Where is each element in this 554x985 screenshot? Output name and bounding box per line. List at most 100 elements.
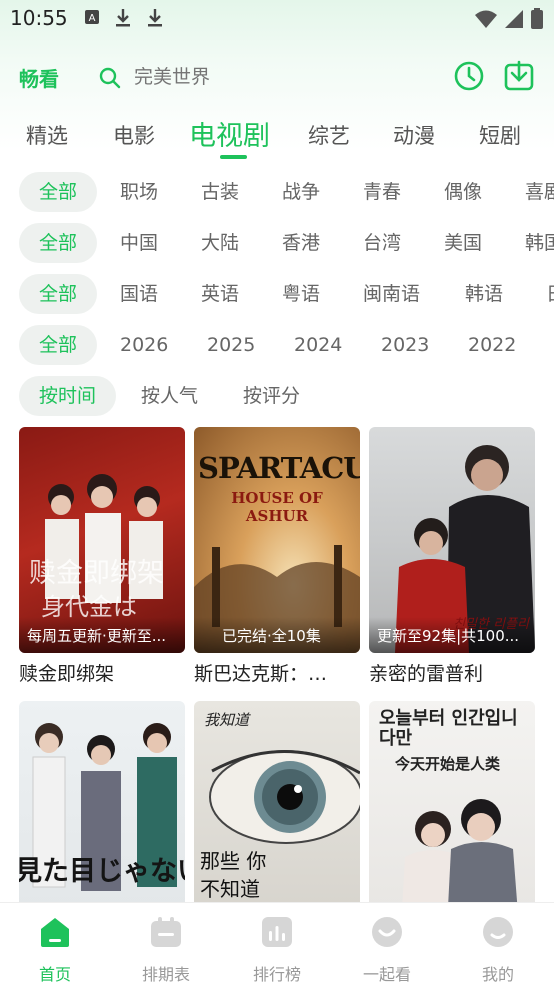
show-card[interactable]: 오늘부터 인간입니다만 今天开始是人类 (369, 701, 535, 933)
app-logo: 畅看 (19, 67, 59, 91)
filter-chip[interactable]: 台湾 (363, 223, 401, 263)
show-card[interactable]: SPARTACUS HOUSE OF ASHUR 已完结·全10集 斯巴达克斯：… (194, 427, 360, 686)
filter-chip[interactable]: 2024 (294, 325, 342, 365)
poster-subtitle-art: HOUSE OF ASHUR (231, 489, 323, 525)
nav-home[interactable]: 首页 (15, 915, 95, 985)
filter-chip-selected[interactable]: 全部 (19, 274, 98, 314)
history-icon[interactable] (453, 60, 485, 92)
show-title: 赎金即绑架 (19, 663, 115, 685)
show-poster[interactable]: 赎金即绑架 身代金は 每周五更新·更新至... (19, 427, 185, 653)
filter-chip[interactable]: 美国 (444, 223, 482, 263)
poster-title-art: 오늘부터 인간입니다만 (379, 708, 518, 749)
show-card[interactable]: 친밀한 리플리 更新至92集|共100... 亲密的雷普利 (369, 427, 535, 686)
home-icon (41, 918, 69, 947)
filter-chip-selected[interactable]: 全部 (19, 172, 98, 212)
nav-label: 排期表 (141, 965, 190, 984)
nav-label: 首页 (38, 965, 71, 984)
show-poster[interactable]: 見た目じゃないと思 (19, 701, 185, 927)
filter-chip[interactable]: 大陆 (201, 223, 239, 263)
nav-ranking[interactable]: 排行榜 (237, 915, 317, 985)
episode-badge: 已完结·全10集 (194, 617, 360, 653)
filter-chip[interactable]: 古装 (201, 172, 239, 212)
poster-art (32, 723, 177, 891)
filter-chip[interactable]: 青春 (363, 172, 401, 212)
search-bar[interactable] (84, 55, 439, 101)
nav-profile[interactable]: 我的 (458, 915, 538, 985)
filter-row-sort: 按时间 按人气 按评分 (0, 376, 554, 420)
profile-icon (483, 917, 513, 947)
status-left-icons: A (84, 8, 164, 28)
filter-chip[interactable]: 2022 (468, 325, 516, 365)
show-card[interactable]: 見た目じゃないと思 (19, 701, 185, 933)
nav-schedule[interactable]: 排期表 (126, 915, 206, 985)
screen: 10:55 A 畅看 完美世界 精选 电影 电视剧 综艺 动漫 短剧 全部 职场… (0, 0, 554, 985)
filter-row-language: 全部 国语 英语 粤语 闽南语 韩语 日语 (0, 274, 554, 318)
show-title: 斯巴达克斯：… (194, 663, 328, 685)
chart-icon (262, 917, 292, 947)
nav-label: 排行榜 (252, 965, 301, 984)
episode-badge: 更新至92集|共100... (369, 617, 535, 653)
episode-badge: 每周五更新·更新至... (19, 617, 185, 653)
show-poster[interactable]: 친밀한 리플리 更新至92集|共100... (369, 427, 535, 653)
poster-title-art: 那些 你不知道 (200, 849, 267, 901)
filter-row-year: 全部 2026 2025 2024 2023 2022 (0, 325, 554, 369)
tab-featured[interactable]: 精选 (26, 120, 68, 150)
show-title: 亲密的雷普利 (369, 663, 484, 685)
sort-chip-selected[interactable]: 按时间 (19, 376, 117, 416)
filter-chip[interactable]: 国语 (120, 274, 158, 314)
filter-chip[interactable]: 中国 (120, 223, 158, 263)
status-bar: 10:55 A (0, 0, 554, 38)
filter-chip[interactable]: 韩国 (525, 223, 554, 263)
poster-title-art: 見た目じゃないと思 (19, 856, 185, 887)
search-icon (99, 67, 121, 89)
tab-tv-series[interactable]: 电视剧 (189, 114, 270, 153)
notification-a-icon: A (85, 10, 99, 24)
filter-chip[interactable]: 闽南语 (363, 274, 420, 314)
signal-icon (505, 10, 523, 28)
filter-chip-selected[interactable]: 全部 (19, 223, 98, 263)
nav-watch-together[interactable]: 一起看 (347, 915, 427, 985)
show-card[interactable]: 我知道 那些 你不知道 (194, 701, 360, 933)
svg-text:A: A (89, 13, 96, 24)
filter-row-genre: 全部 职场 古装 战争 青春 偶像 喜剧 (0, 172, 554, 216)
filter-chip[interactable]: 2026 (120, 325, 168, 365)
sort-chip[interactable]: 按评分 (243, 376, 300, 416)
poster-subtitle-art: 我知道 (204, 711, 250, 729)
sort-chip[interactable]: 按人气 (141, 376, 198, 416)
show-poster[interactable]: 오늘부터 인간입니다만 今天开始是人类 (369, 701, 535, 927)
download-icon[interactable] (503, 60, 535, 92)
category-tabs: 精选 电影 电视剧 综艺 动漫 短剧 (0, 112, 554, 162)
search-input[interactable] (134, 67, 394, 89)
filter-chip[interactable]: 2023 (381, 325, 429, 365)
battery-icon (531, 8, 543, 29)
show-card[interactable]: 赎金即绑架 身代金は 每周五更新·更新至... 赎金即绑架 (19, 427, 185, 686)
tab-short-drama[interactable]: 短剧 (479, 120, 521, 150)
header: 畅看 (0, 52, 554, 102)
filter-chip[interactable]: 英语 (201, 274, 239, 314)
download-status-icon (148, 9, 162, 27)
tab-anime[interactable]: 动漫 (393, 120, 435, 150)
filter-chip[interactable]: 战争 (282, 172, 320, 212)
show-poster[interactable]: SPARTACUS HOUSE OF ASHUR 已完结·全10集 (194, 427, 360, 653)
tab-variety[interactable]: 综艺 (308, 120, 350, 150)
filter-row-region: 全部 中国 大陆 香港 台湾 美国 韩国 (0, 223, 554, 267)
filter-chip[interactable]: 2025 (207, 325, 255, 365)
status-right-icons (474, 8, 544, 30)
poster-title-art: SPARTACUS (198, 451, 360, 485)
download-status-icon (116, 9, 130, 27)
status-time: 10:55 (10, 6, 68, 30)
filter-chip[interactable]: 粤语 (282, 274, 320, 314)
filter-chip[interactable]: 喜剧 (525, 172, 554, 212)
bottom-navigation: 首页 排期表 排行榜 一起看 我的 (0, 902, 554, 985)
active-tab-indicator (220, 155, 247, 159)
filter-chip[interactable]: 香港 (282, 223, 320, 263)
filter-chip[interactable]: 偶像 (444, 172, 482, 212)
filter-chip[interactable]: 职场 (120, 172, 158, 212)
filter-chip[interactable]: 日语 (546, 274, 554, 314)
filter-chip-selected[interactable]: 全部 (19, 325, 98, 365)
poster-title-art: 赎金即绑架 (29, 558, 164, 589)
show-poster[interactable]: 我知道 那些 你不知道 (194, 701, 360, 927)
nav-label: 我的 (481, 965, 514, 984)
tab-movies[interactable]: 电影 (113, 120, 155, 150)
filter-chip[interactable]: 韩语 (465, 274, 503, 314)
